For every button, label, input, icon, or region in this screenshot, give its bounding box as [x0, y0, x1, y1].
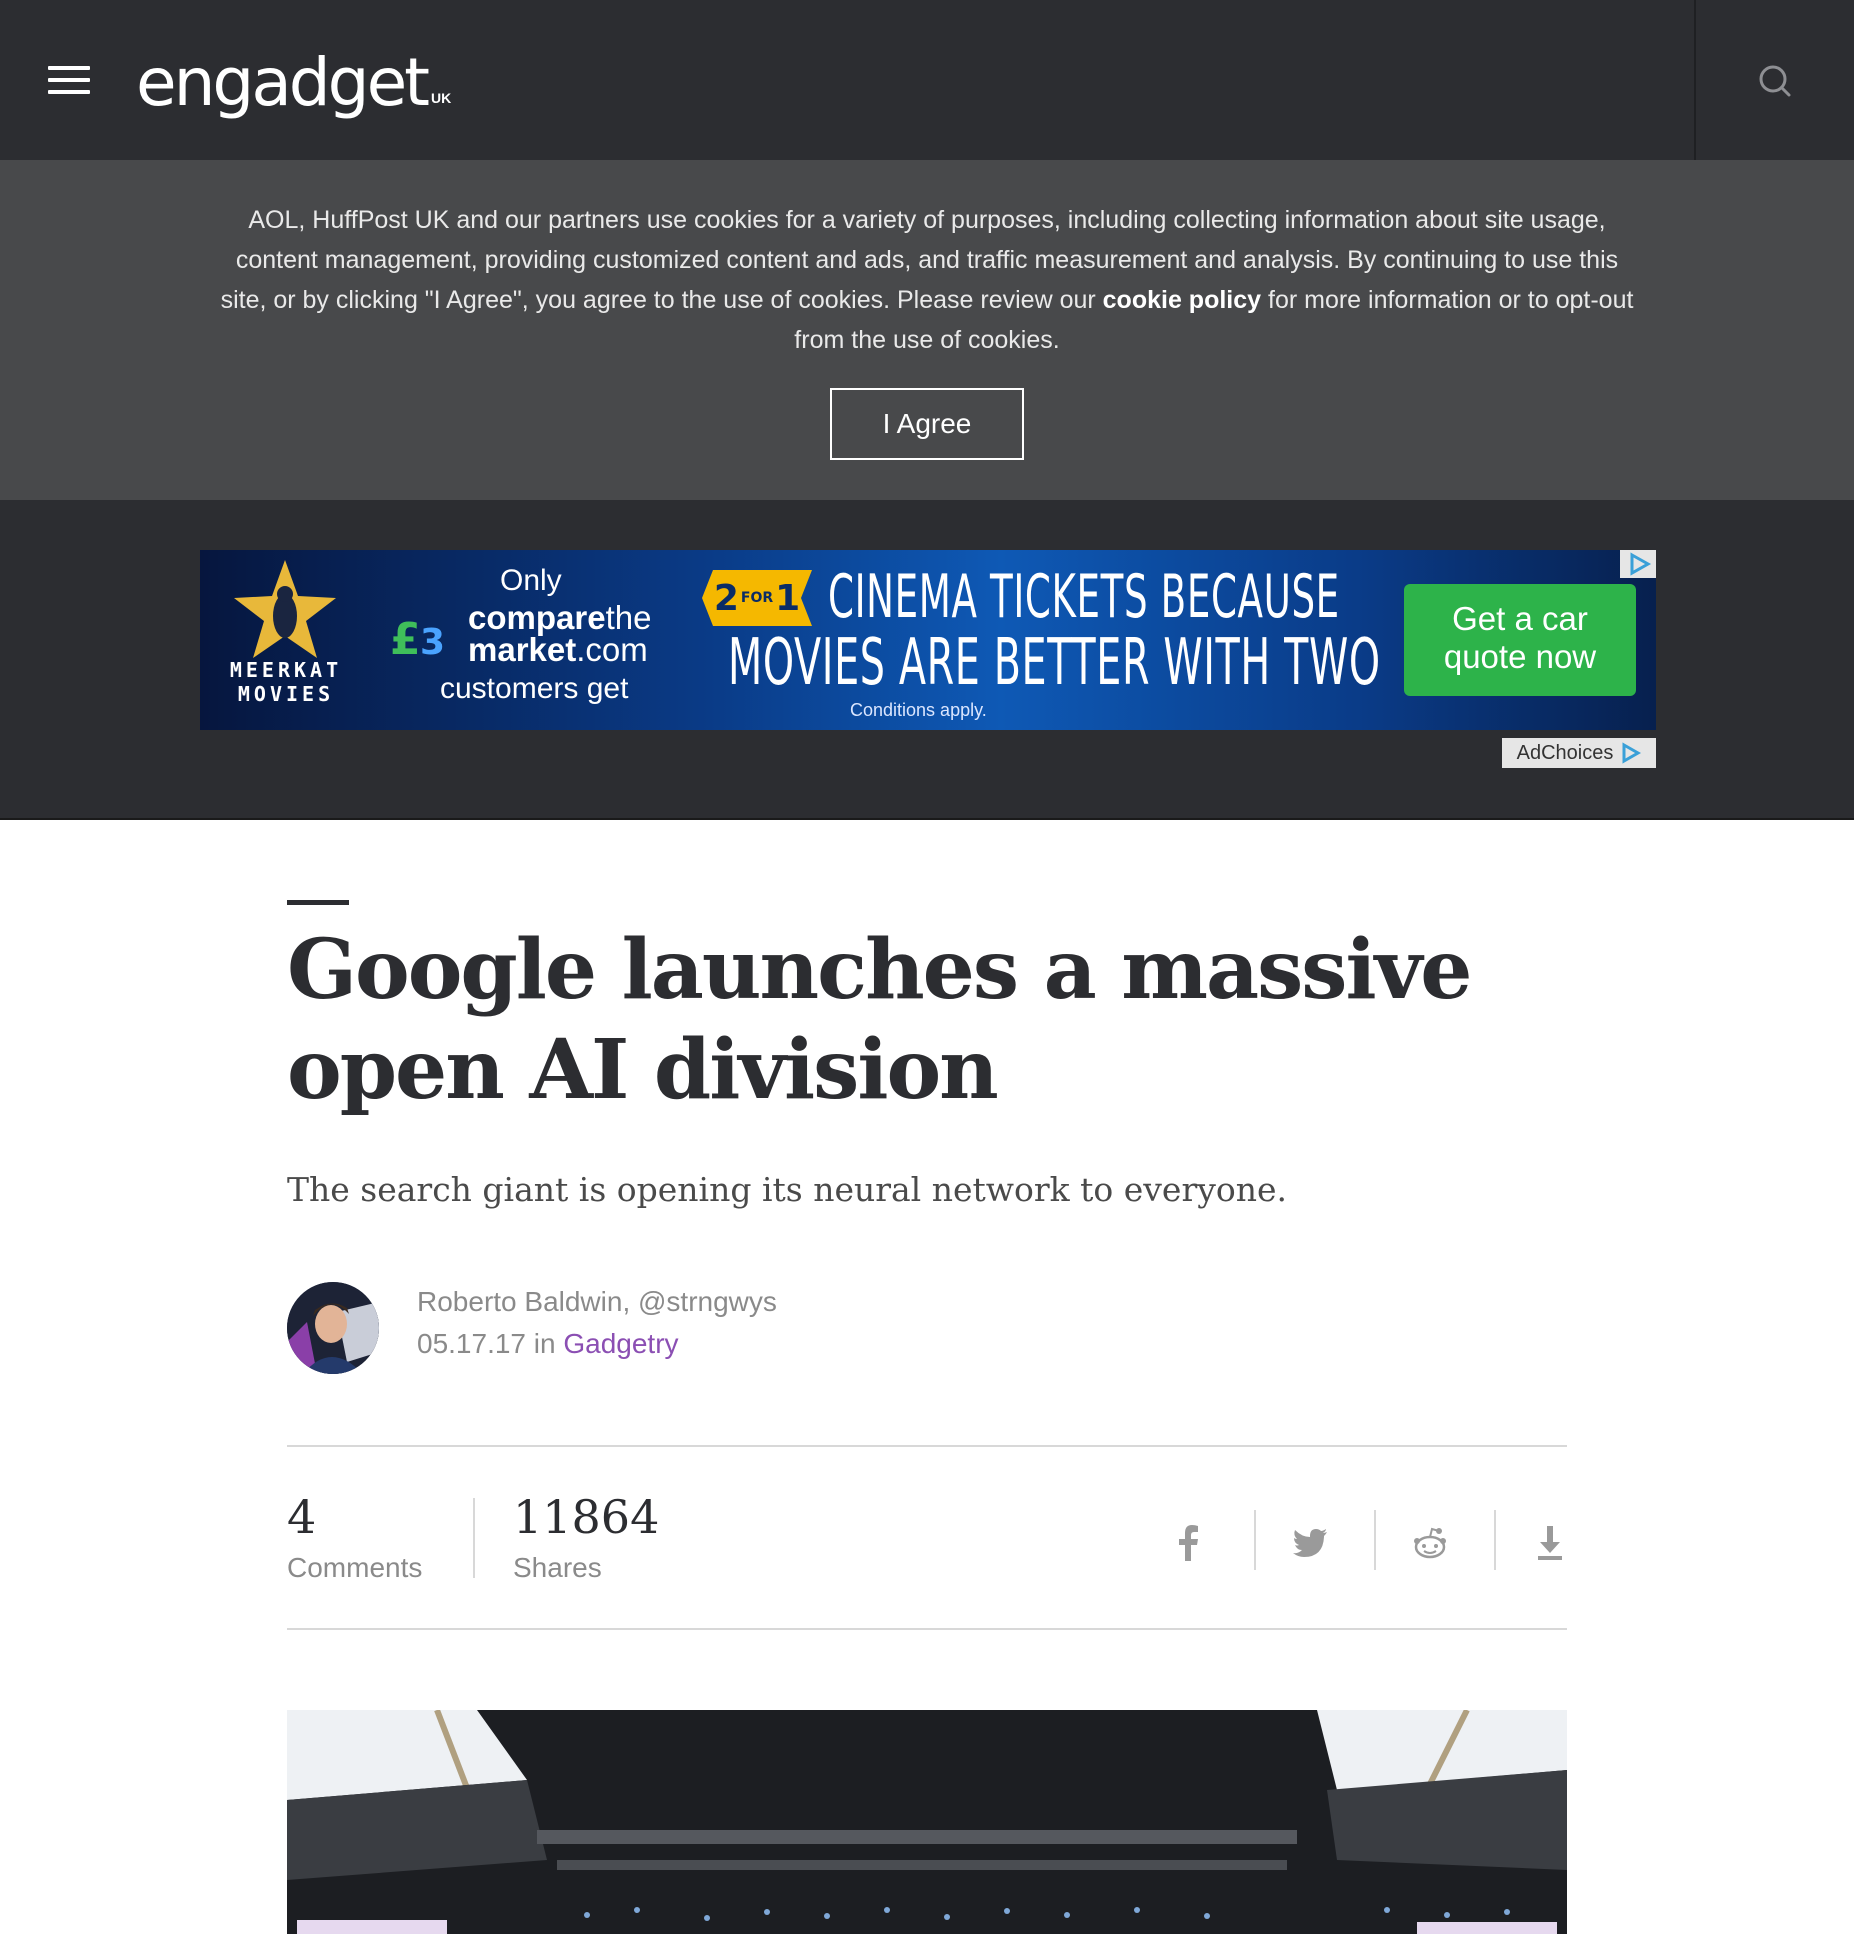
- reddit-icon[interactable]: [1400, 1510, 1460, 1576]
- article-subhead: The search giant is opening its neural n…: [287, 1170, 1288, 1209]
- publish-date: 05.17.17: [417, 1328, 526, 1359]
- ad-2for1-badge: 2 FOR 1: [702, 570, 812, 626]
- share-divider-2: [1374, 1510, 1376, 1570]
- counts-divider: [473, 1498, 475, 1578]
- logo-wordmark: engadget: [136, 44, 430, 121]
- share-divider-1: [1254, 1510, 1256, 1570]
- site-logo[interactable]: engadget UK: [136, 36, 451, 116]
- cookie-banner: AOL, HuffPost UK and our partners use co…: [0, 160, 1854, 500]
- ad-brand-line2: MOVIES: [237, 682, 335, 706]
- adchoices-label: AdChoices: [1516, 741, 1614, 764]
- download-icon[interactable]: [1520, 1510, 1580, 1576]
- ad-only-text: Only: [500, 564, 562, 597]
- in-word: in: [533, 1328, 556, 1359]
- site-header: engadget UK: [0, 0, 1854, 160]
- comments-count[interactable]: 4: [287, 1490, 316, 1544]
- adchoices-icon: [1622, 742, 1642, 764]
- article-headline: Google launches a massive open AI divisi…: [287, 922, 1472, 1118]
- star-logo-icon: [234, 560, 336, 658]
- ad-brand-line1: MEERKAT: [229, 658, 343, 682]
- category-link[interactable]: Gadgetry: [563, 1328, 678, 1359]
- ad-headline-line2: MOVIES ARE BETTER WITH TWO: [728, 626, 1381, 700]
- share-divider-3: [1494, 1510, 1496, 1570]
- logo-region: UK: [431, 90, 452, 106]
- pound-logo-icon: £ 3: [390, 614, 445, 662]
- author-avatar[interactable]: [287, 1282, 379, 1374]
- ad-cta-button[interactable]: Get a car quote now: [1404, 584, 1636, 696]
- facebook-icon[interactable]: [1158, 1510, 1218, 1576]
- ad-ctm-wordmark: comparethe market.com: [468, 601, 651, 668]
- shares-label: Shares: [513, 1552, 602, 1583]
- article-dateline: 05.17.17 in Gadgetry: [417, 1328, 679, 1360]
- meta-bottom-rule: [287, 1628, 1567, 1630]
- ad-info-icon[interactable]: [1620, 550, 1656, 578]
- ad-ctm-line2-bold: market: [468, 631, 577, 668]
- ad-badge-1: 1: [775, 577, 801, 619]
- ad-cta-line2: quote now: [1443, 638, 1597, 675]
- header-divider: [1694, 0, 1696, 160]
- banner-ad[interactable]: MEERKAT MOVIES Only £ 3 comparethe marke…: [200, 550, 1656, 730]
- search-icon[interactable]: [1756, 62, 1796, 102]
- cookie-policy-link[interactable]: cookie policy: [1103, 286, 1261, 314]
- author-byline[interactable]: Roberto Baldwin, @strngwys: [417, 1286, 777, 1318]
- ad-ctm-line2-light: .com: [576, 631, 648, 668]
- ad-brand-meerkat: MEERKAT MOVIES: [220, 658, 352, 706]
- twitter-icon[interactable]: [1280, 1510, 1340, 1576]
- headline-accent-rule: [287, 900, 349, 905]
- cookie-notice-text: AOL, HuffPost UK and our partners use co…: [210, 200, 1644, 360]
- adchoices-link[interactable]: AdChoices: [1502, 738, 1656, 768]
- svg-text:£: £: [390, 614, 421, 662]
- ad-zone: MEERKAT MOVIES Only £ 3 comparethe marke…: [0, 500, 1854, 820]
- comments-label[interactable]: Comments: [287, 1552, 422, 1584]
- agree-button[interactable]: I Agree: [830, 388, 1024, 460]
- svg-text:3: 3: [420, 622, 445, 662]
- ad-headline-line1: CINEMA TICKETS BECAUSE: [828, 562, 1340, 632]
- meta-top-rule: [287, 1445, 1567, 1447]
- article-hero-image[interactable]: [287, 1710, 1567, 1934]
- ad-customers-text: customers get: [440, 672, 629, 705]
- ad-conditions: Conditions apply.: [850, 700, 987, 720]
- hamburger-icon[interactable]: [48, 66, 90, 94]
- ad-badge-2: 2: [713, 577, 739, 619]
- shares-count: 11864: [513, 1490, 660, 1544]
- ad-cta-line1: Get a car: [1452, 600, 1588, 637]
- ad-badge-for: FOR: [740, 590, 774, 606]
